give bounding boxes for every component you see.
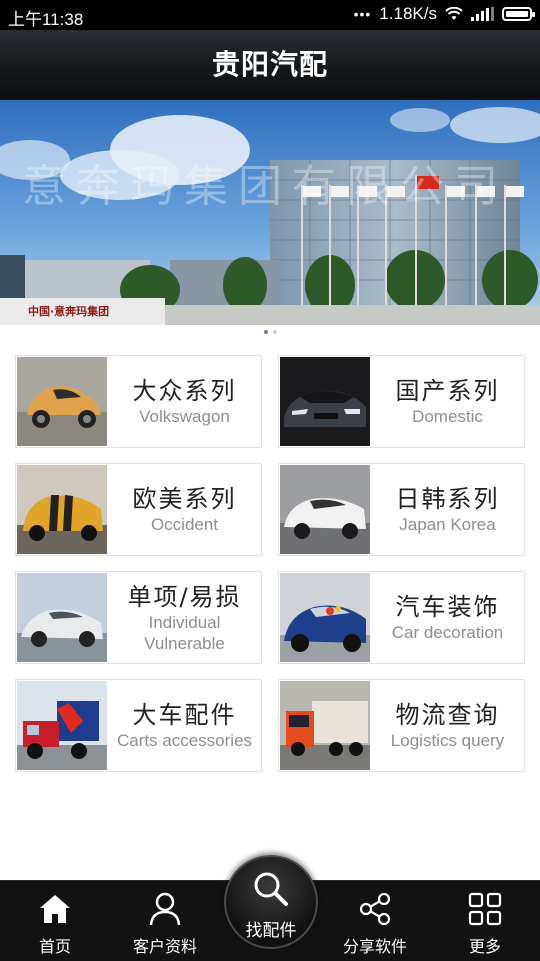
category-car-decoration[interactable]: 汽车装饰 Car decoration	[278, 571, 525, 664]
tab-more[interactable]: 更多	[450, 881, 520, 961]
category-logistics-query[interactable]: 物流查询 Logistics query	[278, 679, 525, 772]
category-title: 单项/易损	[127, 582, 242, 611]
status-time: 上午11:38	[8, 10, 84, 29]
individual-car-image	[17, 573, 107, 662]
battery-icon	[502, 7, 535, 21]
category-subtitle: Logistics query	[390, 731, 505, 750]
category-title: 大众系列	[132, 377, 237, 405]
category-title: 日韩系列	[395, 485, 500, 513]
title-bar: 贵阳汽配	[0, 30, 540, 100]
category-title: 欧美系列	[132, 485, 237, 513]
truck-image	[17, 681, 107, 770]
user-icon	[149, 892, 181, 926]
category-subtitle: Occident	[150, 515, 219, 534]
page-title: 贵阳汽配	[211, 48, 328, 81]
find-parts-label: 找配件	[245, 921, 297, 941]
grid-icon	[468, 892, 502, 926]
tab-customer-label: 客户资料	[132, 937, 197, 956]
category-title: 物流查询	[395, 701, 500, 729]
category-title: 大车配件	[132, 701, 237, 729]
signal-icon	[471, 7, 494, 21]
banner-sign: 中国·意奔玛集团	[28, 305, 110, 318]
category-subtitle: Individual Vulnerable	[144, 612, 225, 653]
category-subtitle: Domestic	[412, 407, 483, 426]
pager-dot-active	[263, 330, 268, 334]
volkswagen-car-image	[17, 357, 107, 446]
network-speed: 1.18K/s	[379, 4, 437, 23]
home-icon	[40, 895, 70, 923]
occident-car-image	[17, 465, 107, 554]
logistics-truck-image	[280, 681, 370, 770]
japan-korea-car-image	[280, 465, 370, 554]
category-subtitle: Japan Korea	[399, 515, 496, 534]
status-bar: 上午11:38 ••• 1.18K/s	[0, 0, 540, 30]
category-subtitle: Volkswagon	[139, 407, 230, 426]
category-individual-vulnerable[interactable]: 单项/易损 Individual Vulnerable	[15, 571, 262, 664]
banner-pager	[0, 327, 540, 337]
banner-watermark: 意奔玛集团有限公司	[22, 161, 508, 212]
domestic-car-image	[280, 357, 370, 446]
category-subtitle: Carts accessories	[116, 731, 253, 750]
category-carts-accessories[interactable]: 大车配件 Carts accessories	[15, 679, 262, 772]
find-parts-button[interactable]: 找配件	[224, 855, 318, 949]
category-title: 汽车装饰	[395, 593, 500, 621]
category-domestic[interactable]: 国产系列 Domestic	[278, 355, 525, 448]
banner-carousel[interactable]: 意奔玛集团有限公司 中国·意奔玛集团	[0, 100, 540, 325]
search-icon	[254, 872, 288, 906]
tab-share-label: 分享软件	[342, 937, 407, 956]
category-occident[interactable]: 欧美系列 Occident	[15, 463, 262, 556]
tab-more-label: 更多	[468, 937, 501, 956]
category-japan-korea[interactable]: 日韩系列 Japan Korea	[278, 463, 525, 556]
tab-home[interactable]: 首页	[20, 881, 90, 961]
category-subtitle: Car decoration	[391, 623, 504, 642]
share-icon	[359, 892, 391, 926]
category-volkswagen[interactable]: 大众系列 Volkswagon	[15, 355, 262, 448]
tab-home-label: 首页	[38, 937, 71, 956]
wifi-icon	[445, 7, 463, 20]
tab-share-app[interactable]: 分享软件	[330, 881, 420, 961]
pager-dot	[272, 330, 277, 334]
category-title: 国产系列	[395, 377, 500, 405]
decoration-car-image	[280, 573, 370, 662]
notification-dots-icon: •••	[353, 6, 372, 22]
tab-customer-info[interactable]: 客户资料	[120, 881, 210, 961]
